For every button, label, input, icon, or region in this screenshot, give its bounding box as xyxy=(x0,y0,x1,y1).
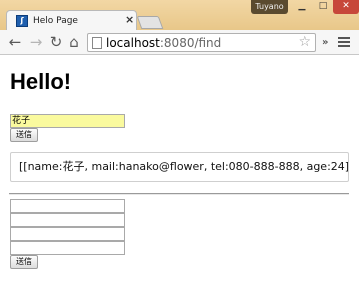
divider xyxy=(9,193,349,195)
tab-close-icon[interactable]: × xyxy=(125,13,134,27)
age-field[interactable] xyxy=(10,241,125,255)
address-bar[interactable]: localhost:8080/find ☆ xyxy=(87,33,316,52)
tab-title: Helo Page xyxy=(33,16,78,26)
profile-badge[interactable]: Tuyano xyxy=(251,0,288,14)
new-tab-button[interactable] xyxy=(136,16,164,29)
home-icon[interactable]: ⌂ xyxy=(66,35,82,51)
extensions-chevron-icon[interactable]: » xyxy=(322,37,328,49)
menu-icon[interactable] xyxy=(338,35,350,49)
find-submit-button[interactable]: 送信 xyxy=(10,128,38,142)
window-close-button[interactable]: ✕ xyxy=(333,0,359,14)
bookmark-star-icon[interactable]: ☆ xyxy=(298,34,311,51)
url-path: :8080/find xyxy=(159,36,222,50)
maximize-button[interactable]: □ xyxy=(313,0,333,14)
minimize-button[interactable]: ▁ xyxy=(292,0,312,14)
browser-tab[interactable]: ʃ Helo Page × xyxy=(6,10,137,31)
name-field[interactable] xyxy=(10,199,125,213)
page-content: Hello! 花子 送信 [[name:花子, mail:hanako@flow… xyxy=(0,56,359,300)
back-arrow-icon[interactable]: ← xyxy=(7,35,23,51)
url-host: localhost:8080/find xyxy=(106,35,221,51)
reload-icon[interactable]: ↻ xyxy=(48,35,64,51)
find-name-input[interactable]: 花子 xyxy=(10,114,125,128)
mail-field[interactable] xyxy=(10,213,125,227)
forward-arrow-icon[interactable]: → xyxy=(28,35,44,51)
browser-titlebar: ʃ Helo Page × Tuyano ▁ □ ✕ xyxy=(0,0,359,31)
page-favicon-icon: ʃ xyxy=(16,15,28,27)
browser-toolbar: ← → ↻ ⌂ localhost:8080/find ☆ » xyxy=(0,30,359,55)
url-host-text: localhost xyxy=(106,36,160,50)
result-text: [[name:花子, mail:hanako@flower, tel:080-8… xyxy=(10,152,349,182)
add-submit-button[interactable]: 送信 xyxy=(10,255,38,269)
page-heading: Hello! xyxy=(10,69,72,94)
tel-field[interactable] xyxy=(10,227,125,241)
page-icon xyxy=(92,37,102,49)
